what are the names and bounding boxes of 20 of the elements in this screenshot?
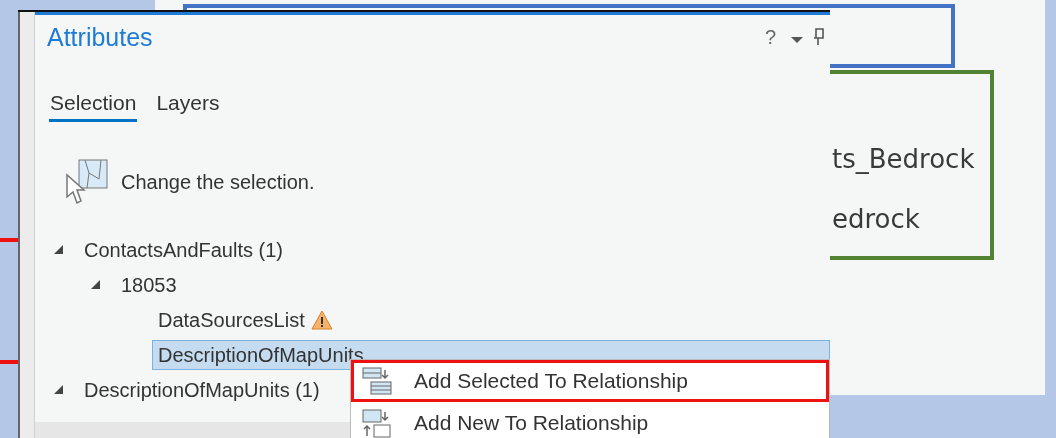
menu-item[interactable]: Add New To Relationship	[351, 402, 829, 438]
collapse-triangle-icon[interactable]	[90, 279, 101, 290]
help-button[interactable]: ?	[758, 25, 782, 49]
collapse-triangle-icon[interactable]	[53, 244, 64, 255]
list-add-icon	[362, 366, 392, 396]
panel-title: Attributes	[47, 22, 154, 52]
tab[interactable]: Selection	[49, 89, 138, 122]
tree-item[interactable]: DataSourcesList	[152, 304, 311, 335]
collapse-triangle-icon[interactable]	[53, 384, 64, 395]
dropdown-caret-icon[interactable]	[790, 36, 804, 44]
tree-item[interactable]: DescriptionOfMapUnits (1)	[78, 374, 326, 405]
hint-text: Change the selection.	[121, 170, 315, 194]
layer-label: edrock	[832, 203, 921, 236]
pin-icon[interactable]	[814, 28, 824, 46]
layer-label: ts_Bedrock	[832, 143, 975, 176]
select-cursor-icon	[65, 159, 109, 205]
tree-item[interactable]: 18053	[115, 269, 183, 300]
menu-item[interactable]: Add Selected To Relationship	[351, 360, 829, 402]
tab[interactable]: Layers	[155, 89, 221, 122]
tree-item[interactable]: ContactsAndFaults (1)	[78, 234, 289, 265]
